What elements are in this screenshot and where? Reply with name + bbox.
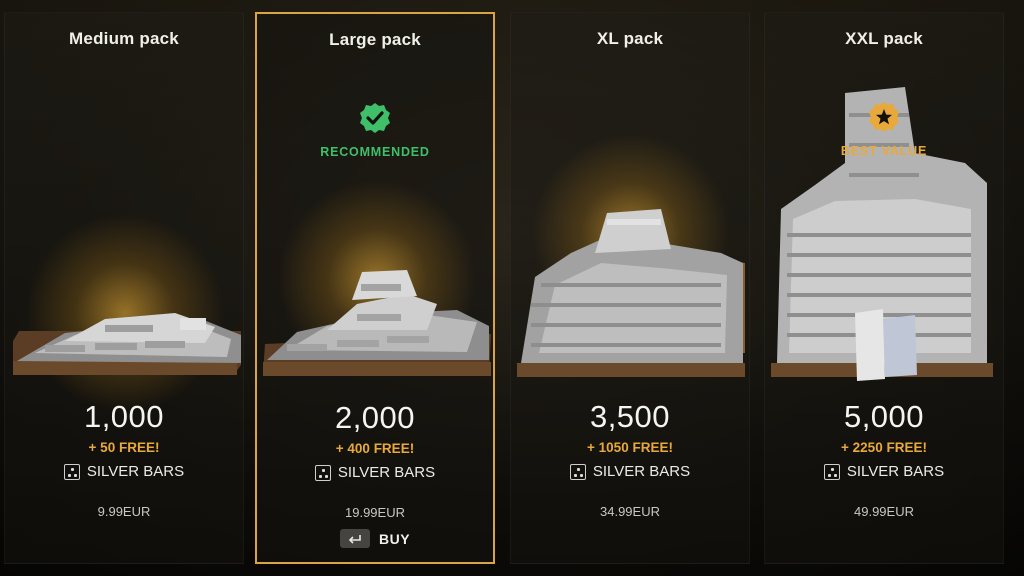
pack-card-large[interactable]: Large pack RECOMMENDED 2,000 + 400 FREE!… (255, 12, 495, 564)
pack-price: 9.99EUR (97, 504, 151, 519)
silver-pile-image (13, 313, 241, 375)
silver-pile-image (263, 270, 491, 376)
buy-button[interactable]: BUY (257, 529, 493, 548)
currency-label: SILVER BARS (511, 463, 749, 480)
currency-text: SILVER BARS (592, 463, 691, 480)
pack-price: 19.99EUR (345, 505, 405, 520)
pack-amount: 2,000 (334, 400, 416, 435)
pack-bonus: + 400 FREE! (335, 441, 415, 456)
silver-bars-icon (314, 464, 331, 481)
star-badge-icon (869, 102, 899, 132)
silver-bars-icon (823, 463, 840, 480)
pack-bonus: + 2250 FREE! (841, 440, 927, 455)
pack-card-medium[interactable]: Medium pack 1,000 + 50 FREE! SILVER BARS… (4, 12, 244, 564)
currency-label: SILVER BARS (257, 464, 493, 481)
buy-label: BUY (378, 530, 411, 547)
currency-label: SILVER BARS (5, 463, 243, 480)
currency-label: SILVER BARS (765, 463, 1003, 480)
silver-bars-icon (569, 463, 586, 480)
pack-amount: 1,000 (83, 399, 165, 434)
pack-card-xxl[interactable]: XXL pack BEST VALUE 5,000 + 2250 FREE! S… (764, 12, 1004, 564)
silver-bars-icon (63, 463, 80, 480)
pack-card-xl[interactable]: XL pack 3,500 + 1050 FREE! SILVER BARS 3… (510, 12, 750, 564)
pack-amount: 3,500 (589, 399, 671, 434)
pack-amount: 5,000 (843, 399, 925, 434)
silver-pile-image (771, 87, 993, 381)
badge-label: BEST VALUE (840, 144, 928, 158)
currency-text: SILVER BARS (86, 463, 185, 480)
enter-key-icon (339, 529, 370, 548)
pack-price: 49.99EUR (854, 504, 914, 519)
currency-text: SILVER BARS (337, 464, 436, 481)
pack-bonus: + 50 FREE! (88, 440, 160, 455)
currency-text: SILVER BARS (846, 463, 945, 480)
pack-bonus: + 1050 FREE! (587, 440, 673, 455)
best-value-badge: BEST VALUE (765, 101, 1003, 158)
silver-pile-image (517, 209, 745, 377)
pack-price: 34.99EUR (600, 504, 660, 519)
